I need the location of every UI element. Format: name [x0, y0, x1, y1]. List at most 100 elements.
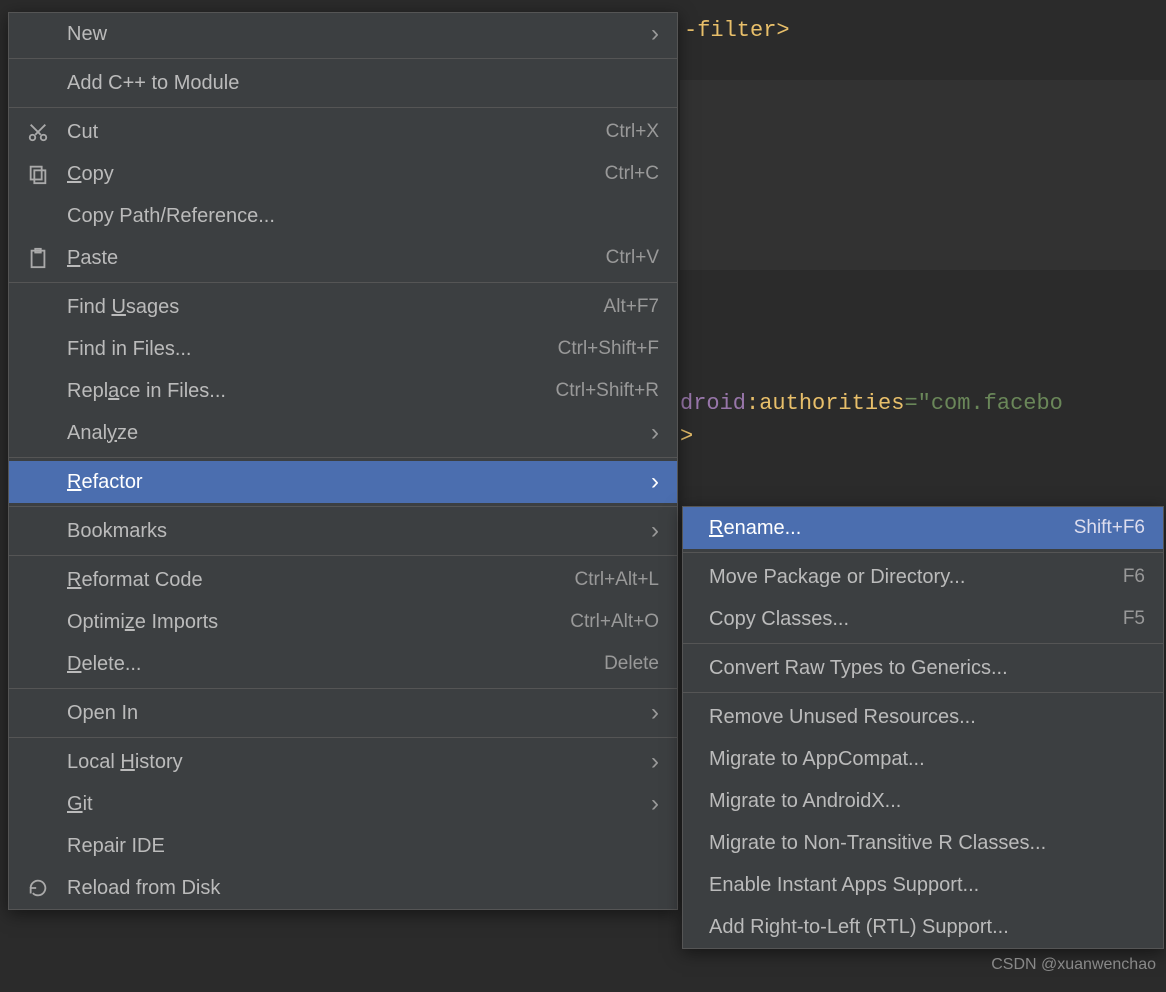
copy-icon: [9, 163, 67, 185]
menu-item-label: Refactor: [67, 471, 641, 494]
menu-item-open-in[interactable]: Open In›: [9, 692, 677, 734]
menu-shortcut: Ctrl+Alt+O: [570, 611, 659, 633]
menu-separator: [9, 688, 677, 689]
reload-icon: [9, 877, 67, 899]
menu-separator: [9, 58, 677, 59]
menu-item-label: Replace in Files...: [67, 380, 556, 403]
menu-item-rename[interactable]: Rename...Shift+F6: [683, 507, 1163, 549]
menu-item-label: Optimize Imports: [67, 611, 570, 634]
menu-item-bookmarks[interactable]: Bookmarks›: [9, 510, 677, 552]
menu-item-paste[interactable]: PasteCtrl+V: [9, 237, 677, 279]
menu-shortcut: Ctrl+Shift+R: [556, 380, 659, 402]
menu-item-migrate-to-non-transitive-r-classes[interactable]: Migrate to Non-Transitive R Classes...: [683, 822, 1163, 864]
watermark: CSDN @xuanwenchao: [991, 956, 1156, 974]
context-menu: New›Add C++ to ModuleCutCtrl+XCopyCtrl+C…: [8, 12, 678, 910]
menu-item-label: Migrate to Non-Transitive R Classes...: [709, 832, 1145, 855]
menu-item-repair-ide[interactable]: Repair IDE: [9, 825, 677, 867]
menu-item-replace-in-files[interactable]: Replace in Files...Ctrl+Shift+R: [9, 370, 677, 412]
menu-shortcut: Ctrl+X: [606, 121, 659, 143]
menu-item-migrate-to-androidx[interactable]: Migrate to AndroidX...: [683, 780, 1163, 822]
menu-separator: [9, 737, 677, 738]
menu-item-label: Reformat Code: [67, 569, 575, 592]
menu-item-label: Rename...: [709, 517, 1074, 540]
menu-separator: [9, 282, 677, 283]
menu-item-label: Delete...: [67, 653, 604, 676]
menu-item-migrate-to-appcompat[interactable]: Migrate to AppCompat...: [683, 738, 1163, 780]
code-bracket: >: [680, 424, 693, 449]
menu-item-remove-unused-resources[interactable]: Remove Unused Resources...: [683, 696, 1163, 738]
menu-separator: [9, 107, 677, 108]
menu-shortcut: Ctrl+Shift+F: [558, 338, 659, 360]
menu-item-cut[interactable]: CutCtrl+X: [9, 111, 677, 153]
menu-item-label: Enable Instant Apps Support...: [709, 874, 1145, 897]
editor-selection-band: [680, 80, 1166, 270]
menu-separator: [9, 457, 677, 458]
menu-item-label: Reload from Disk: [67, 877, 659, 900]
menu-item-copy-path-reference[interactable]: Copy Path/Reference...: [9, 195, 677, 237]
menu-item-analyze[interactable]: Analyze›: [9, 412, 677, 454]
menu-separator: [9, 506, 677, 507]
menu-item-label: Open In: [67, 702, 641, 725]
menu-shortcut: Ctrl+V: [606, 247, 659, 269]
chevron-right-icon: ›: [641, 20, 659, 48]
menu-item-label: Remove Unused Resources...: [709, 706, 1145, 729]
menu-item-label: Copy Path/Reference...: [67, 205, 659, 228]
menu-item-convert-raw-types-to-generics[interactable]: Convert Raw Types to Generics...: [683, 647, 1163, 689]
menu-item-copy[interactable]: CopyCtrl+C: [9, 153, 677, 195]
chevron-right-icon: ›: [641, 517, 659, 545]
menu-item-label: Migrate to AppCompat...: [709, 748, 1145, 771]
menu-shortcut: F5: [1123, 608, 1145, 630]
chevron-right-icon: ›: [641, 699, 659, 727]
menu-separator: [683, 552, 1163, 553]
menu-item-git[interactable]: Git›: [9, 783, 677, 825]
menu-item-label: Repair IDE: [67, 835, 659, 858]
menu-item-label: Copy: [67, 163, 605, 186]
menu-item-find-usages[interactable]: Find UsagesAlt+F7: [9, 286, 677, 328]
chevron-right-icon: ›: [641, 468, 659, 496]
menu-shortcut: Shift+F6: [1074, 517, 1145, 539]
menu-shortcut: F6: [1123, 566, 1145, 588]
menu-separator: [683, 643, 1163, 644]
menu-item-label: Find in Files...: [67, 338, 558, 361]
menu-item-label: Add Right-to-Left (RTL) Support...: [709, 916, 1145, 939]
menu-item-label: New: [67, 23, 641, 46]
menu-shortcut: Ctrl+C: [605, 163, 659, 185]
menu-item-label: Find Usages: [67, 296, 604, 319]
refactor-submenu: Rename...Shift+F6 Move Package or Directo…: [682, 506, 1164, 949]
cut-icon: [9, 121, 67, 143]
menu-item-copy-classes[interactable]: Copy Classes...F5: [683, 598, 1163, 640]
menu-item-label: Bookmarks: [67, 520, 641, 543]
menu-item-find-in-files[interactable]: Find in Files...Ctrl+Shift+F: [9, 328, 677, 370]
menu-item-optimize-imports[interactable]: Optimize ImportsCtrl+Alt+O: [9, 601, 677, 643]
menu-item-add-right-to-left-rtl-support[interactable]: Add Right-to-Left (RTL) Support...: [683, 906, 1163, 948]
paste-icon: [9, 247, 67, 269]
menu-item-label: Local History: [67, 751, 641, 774]
menu-item-label: Cut: [67, 121, 606, 144]
menu-item-label: Paste: [67, 247, 606, 270]
menu-shortcut: Alt+F7: [604, 296, 659, 318]
menu-item-move-package-or-directory[interactable]: Move Package or Directory...F6: [683, 556, 1163, 598]
menu-item-label: Convert Raw Types to Generics...: [709, 657, 1145, 680]
menu-item-reload-from-disk[interactable]: Reload from Disk: [9, 867, 677, 909]
menu-item-enable-instant-apps-support[interactable]: Enable Instant Apps Support...: [683, 864, 1163, 906]
menu-item-label: Git: [67, 793, 641, 816]
menu-shortcut: Delete: [604, 653, 659, 675]
menu-item-label: Migrate to AndroidX...: [709, 790, 1145, 813]
menu-separator: [9, 555, 677, 556]
menu-separator: [683, 692, 1163, 693]
chevron-right-icon: ›: [641, 419, 659, 447]
menu-shortcut: Ctrl+Alt+L: [575, 569, 659, 591]
menu-item-local-history[interactable]: Local History›: [9, 741, 677, 783]
menu-item-label: Copy Classes...: [709, 608, 1123, 631]
menu-item-label: Analyze: [67, 422, 641, 445]
menu-item-delete[interactable]: Delete...Delete: [9, 643, 677, 685]
menu-item-label: Move Package or Directory...: [709, 566, 1123, 589]
chevron-right-icon: ›: [641, 790, 659, 818]
menu-item-refactor[interactable]: Refactor›: [9, 461, 677, 503]
code-line: -filter>: [684, 18, 790, 43]
menu-item-reformat-code[interactable]: Reformat CodeCtrl+Alt+L: [9, 559, 677, 601]
chevron-right-icon: ›: [641, 748, 659, 776]
menu-item-add-c-to-module[interactable]: Add C++ to Module: [9, 62, 677, 104]
menu-item-new[interactable]: New›: [9, 13, 677, 55]
menu-item-label: Add C++ to Module: [67, 72, 659, 95]
